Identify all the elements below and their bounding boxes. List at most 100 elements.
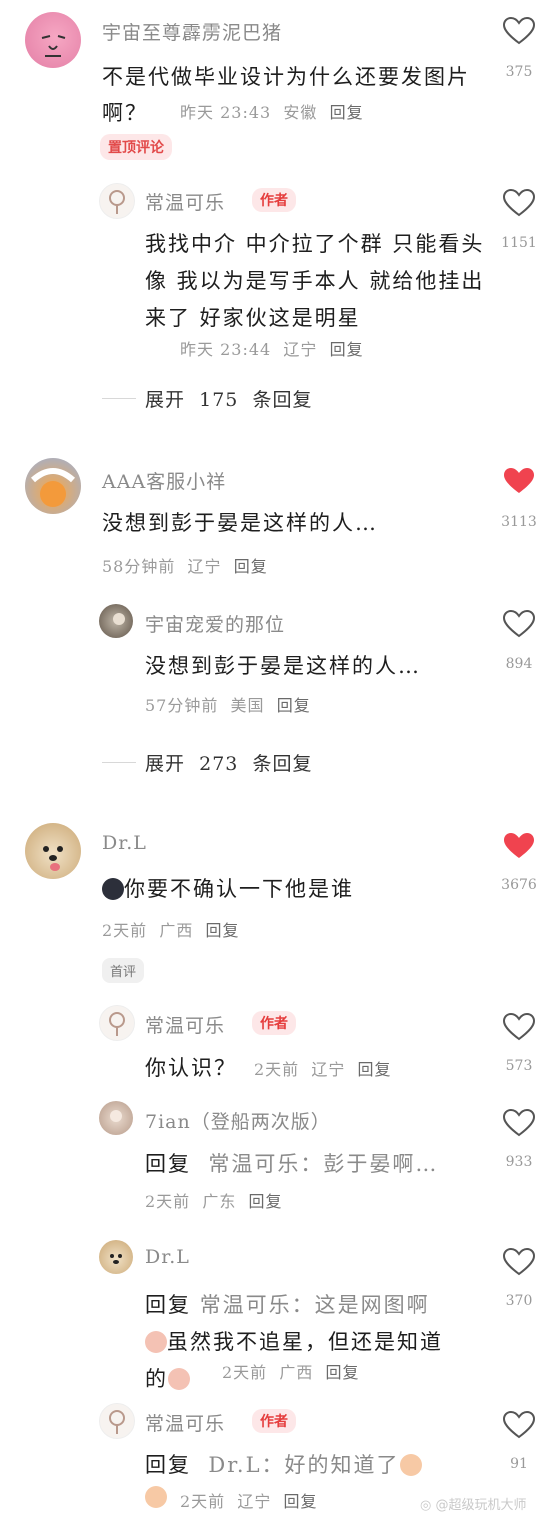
like-count: 91 [510, 1456, 528, 1472]
reply-line: 回复 常温可乐：这是网图啊 [145, 1287, 495, 1324]
comment-username[interactable]: AAA客服小祥 [102, 467, 226, 494]
photo-avatar-icon [110, 1110, 122, 1122]
reply-text: 你认识？ [145, 1056, 237, 1080]
dog-avatar-icon [110, 1254, 122, 1264]
reply-button[interactable]: 回复 [284, 1492, 318, 1511]
reply-target: 常温可乐：这是网图啊 [199, 1293, 430, 1317]
avatar[interactable] [99, 1101, 133, 1135]
avatar[interactable] [99, 1005, 135, 1041]
avatar-face-icon [41, 35, 66, 57]
comment-text: 没想到彭于晏是这样的人… [102, 511, 378, 535]
like-count: 370 [505, 1293, 533, 1309]
like-count: 573 [505, 1058, 533, 1074]
avatar[interactable] [99, 1403, 135, 1439]
lollipop-icon [109, 1410, 125, 1434]
reply-button[interactable]: 回复 [330, 103, 364, 122]
author-badge: 作者 [252, 188, 296, 212]
like-button[interactable] [502, 1012, 536, 1042]
avatar[interactable] [25, 12, 81, 68]
reply-prefix: 回复 [145, 1152, 191, 1176]
avatar[interactable] [25, 458, 81, 514]
reply-button[interactable]: 回复 [249, 1192, 283, 1211]
emoji-icon [399, 1454, 422, 1476]
reply-username[interactable]: 常温可乐 [145, 188, 225, 215]
comment-text: 你要不确认一下他是谁 [102, 873, 354, 903]
comment-meta: 昨天 23:43 安徽 回复 [180, 99, 364, 123]
reply-meta: 2天前 广西 回复 [222, 1359, 360, 1383]
reply-time: 2天前 [222, 1363, 268, 1382]
reply-meta: 2天前 广东 回复 [145, 1188, 283, 1212]
photo-avatar-icon [113, 613, 125, 625]
expand-replies-button[interactable]: 展开 273 条回复 [145, 749, 312, 776]
avatar[interactable] [25, 823, 81, 879]
comment-location: 辽宁 [187, 557, 222, 576]
reply-username[interactable]: Dr.L [145, 1246, 190, 1268]
avatar[interactable] [99, 604, 133, 638]
expand-replies-button[interactable]: 展开 175 条回复 [145, 385, 312, 412]
like-count: 3676 [501, 877, 537, 893]
weibo-icon: ◎ [420, 1498, 432, 1513]
reply-time: 昨天 23:44 [180, 340, 272, 359]
reply-button[interactable]: 回复 [234, 557, 268, 576]
like-button[interactable] [502, 188, 536, 218]
like-button[interactable] [502, 1247, 536, 1277]
reply-time: 57分钟前 [145, 696, 219, 715]
reply-prefix: 回复 [145, 1453, 191, 1477]
reply-location: 辽宁 [283, 340, 318, 359]
reply-target: 常温可乐：彭于晏啊… [208, 1152, 439, 1176]
heart-filled-icon [504, 833, 534, 858]
comment-username[interactable]: 宇宙至尊霹雳泥巴猪 [102, 18, 282, 45]
comment-time: 58分钟前 [102, 557, 176, 576]
comment-time: 昨天 23:43 [180, 103, 272, 122]
heart-icon [502, 1247, 536, 1276]
like-count: 894 [505, 656, 533, 672]
reply-button[interactable]: 回复 [330, 340, 364, 359]
like-button[interactable] [502, 609, 536, 639]
reply-meta: 2天前 辽宁 回复 [180, 1488, 318, 1512]
comment-time: 2天前 [102, 921, 148, 940]
reply-time: 2天前 [254, 1060, 300, 1079]
reply-line: 虽然我不追星，但还是知道 [145, 1324, 495, 1361]
reply-location: 美国 [230, 696, 265, 715]
lollipop-icon [109, 190, 125, 214]
like-button[interactable] [502, 831, 536, 861]
reply-username[interactable]: 7ian（登船两次版） [145, 1107, 331, 1134]
crying-emoji-icon [168, 1368, 190, 1390]
reply-button[interactable]: 回复 [277, 696, 311, 715]
reply-username[interactable]: 常温可乐 [145, 1011, 225, 1038]
comment-meta: 58分钟前 辽宁 回复 [102, 553, 268, 577]
heart-icon [502, 609, 536, 638]
comment-text-content: 你要不确认一下他是谁 [124, 877, 354, 901]
heart-icon [502, 16, 536, 45]
reply-location: 广东 [202, 1192, 237, 1211]
expand-label: 展开 [145, 389, 186, 411]
reply-username[interactable]: 常温可乐 [145, 1409, 225, 1436]
heart-icon [502, 188, 536, 217]
reply-button[interactable]: 回复 [206, 921, 240, 940]
reply-username[interactable]: 宇宙宠爱的那位 [145, 610, 285, 637]
like-button[interactable] [502, 16, 536, 46]
like-button[interactable] [502, 1410, 536, 1440]
heart-icon [502, 1108, 536, 1137]
reply-line-text: 虽然我不追星，但还是知道 [167, 1330, 443, 1354]
reply-time: 2天前 [180, 1492, 226, 1511]
like-button[interactable] [502, 1108, 536, 1138]
like-button[interactable] [502, 466, 536, 496]
divider [102, 762, 136, 763]
avatar[interactable] [99, 183, 135, 219]
reply-button[interactable]: 回复 [326, 1363, 360, 1382]
first-comment-tag: 首评 [102, 958, 145, 983]
avatar[interactable] [99, 1240, 133, 1274]
like-count: 375 [505, 64, 533, 80]
expand-suffix: 条回复 [252, 389, 313, 411]
comment-location: 广西 [159, 921, 194, 940]
heart-icon [502, 1410, 536, 1439]
comment-location: 安徽 [283, 103, 318, 122]
reply-button[interactable]: 回复 [358, 1060, 392, 1079]
comment-meta: 2天前 广西 回复 [102, 917, 240, 941]
reply-text: 我找中介 中介拉了个群 只能看头像 我以为是写手本人 就给他挂出来了 好家伙这是… [145, 232, 485, 330]
reply-text: 回复 常温可乐：彭于晏啊… [145, 1148, 438, 1178]
comment-username[interactable]: Dr.L [102, 832, 147, 854]
divider [102, 398, 136, 399]
like-count: 3113 [501, 514, 537, 530]
